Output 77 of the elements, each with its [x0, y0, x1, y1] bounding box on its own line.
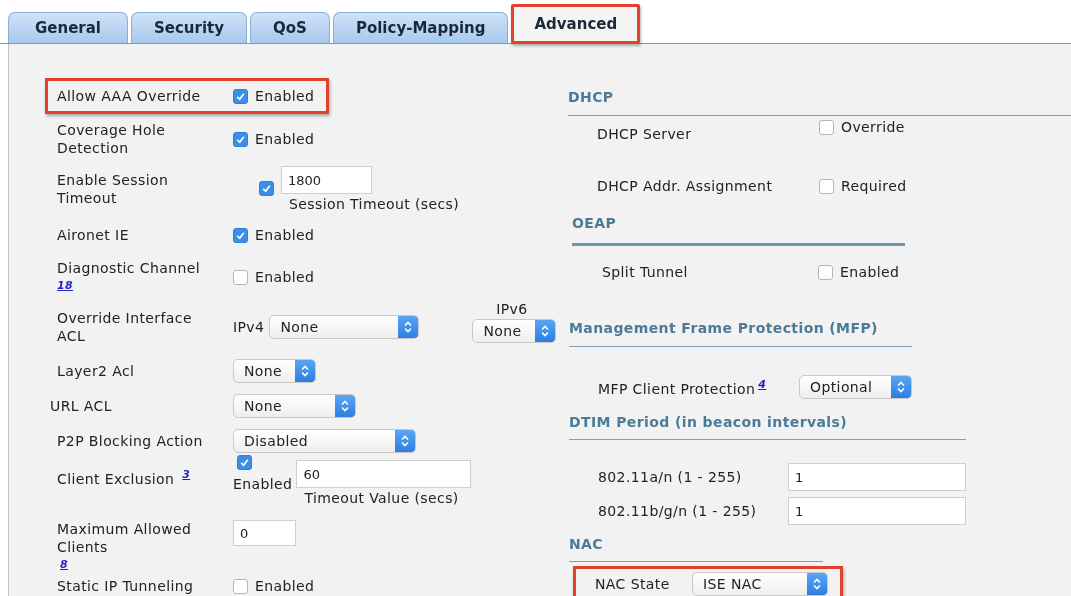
- dropdown[interactable]: Optional: [799, 375, 912, 399]
- updown-arrows-icon: [340, 399, 350, 413]
- field-label: URL ACL: [50, 397, 112, 415]
- text-field[interactable]: 60: [296, 460, 472, 488]
- option-label: Enabled: [255, 227, 315, 243]
- checkbox[interactable]: [819, 119, 834, 135]
- tab[interactable]: Security: [131, 12, 248, 43]
- field-label: Enable Session Timeout: [57, 171, 170, 207]
- field-label: Static IP Tunneling: [57, 577, 194, 595]
- dropdown[interactable]: None: [269, 315, 420, 339]
- field-label: Layer2 Acl: [57, 362, 135, 380]
- option-label: Enabled: [255, 131, 315, 147]
- footnote-link[interactable]: 8: [60, 558, 69, 571]
- field-label: IPv4: [233, 319, 265, 335]
- check-icon: [260, 182, 273, 195]
- section-heading: DTIM Period (in beacon intervals): [569, 412, 966, 440]
- dropdown[interactable]: None: [233, 394, 356, 418]
- check-icon: [238, 456, 251, 469]
- checkbox[interactable]: [233, 227, 248, 243]
- updown-arrows-icon: [403, 320, 414, 334]
- tab[interactable]: General: [8, 12, 128, 43]
- field-caption: Timeout Value (secs): [304, 490, 460, 506]
- field-label: Coverage Hole Detection: [57, 121, 167, 157]
- footnote-link[interactable]: 18: [57, 277, 225, 295]
- text-field[interactable]: 1: [788, 497, 966, 525]
- checkbox[interactable]: [233, 269, 248, 285]
- section-heading: DHCP: [568, 87, 1071, 116]
- dropdown[interactable]: None: [233, 359, 316, 383]
- checkbox[interactable]: [237, 455, 252, 470]
- dropdown[interactable]: Disabled: [233, 429, 416, 453]
- section-heading: Management Frame Protection (MFP): [569, 318, 912, 347]
- field-label: Split Tunnel: [602, 264, 688, 280]
- field-label: 802.11a/n (1 - 255): [598, 469, 742, 485]
- text-field[interactable]: 1: [788, 463, 966, 491]
- footnote-link[interactable]: 4: [758, 377, 767, 391]
- checkbox[interactable]: [233, 578, 248, 594]
- tab[interactable]: Policy-Mapping: [332, 12, 509, 43]
- text-field[interactable]: 1800: [281, 166, 372, 194]
- option-label: Required: [841, 178, 907, 194]
- field-label: Diagnostic Channel: [57, 259, 201, 277]
- field-label: NAC State: [595, 576, 670, 592]
- tab[interactable]: QoS: [250, 12, 330, 43]
- option-label: Enabled: [255, 88, 315, 104]
- updown-arrows-icon: [812, 577, 822, 591]
- field-label: P2P Blocking Action: [57, 432, 203, 450]
- option-label: Enabled: [840, 264, 900, 280]
- updown-arrows-icon: [400, 434, 410, 448]
- option-label: Override: [841, 119, 905, 135]
- updown-arrows-icon: [540, 324, 551, 338]
- option-label: Enabled: [255, 578, 315, 594]
- dropdown[interactable]: None: [472, 319, 557, 343]
- field-label: Aironet IE: [57, 226, 129, 244]
- tab[interactable]: Advanced: [511, 4, 641, 44]
- field-label: IPv6: [496, 301, 528, 317]
- checkbox[interactable]: [233, 88, 248, 104]
- field-label: Client Exclusion: [57, 469, 175, 488]
- updown-arrows-icon: [896, 380, 906, 394]
- field-label: 802.11b/g/n (1 - 255): [598, 503, 757, 519]
- updown-arrows-icon: [300, 364, 310, 378]
- section-heading: OEAP: [572, 213, 905, 246]
- checkbox[interactable]: [259, 181, 274, 196]
- field-label: DHCP Server: [597, 126, 692, 142]
- dropdown[interactable]: ISE NAC: [692, 572, 828, 596]
- field-label: Override Interface ACL: [57, 309, 193, 345]
- checkbox[interactable]: [818, 264, 833, 280]
- option-label: Enabled: [255, 269, 315, 285]
- field-label: MFP Client Protection: [598, 380, 756, 397]
- footnote-link[interactable]: 3: [182, 468, 191, 481]
- field-label: Allow AAA Override: [57, 87, 201, 105]
- field-caption: Session Timeout (secs): [289, 196, 460, 212]
- field-label: DHCP Addr. Assignment: [597, 178, 773, 194]
- checkbox[interactable]: [233, 131, 248, 147]
- checkbox[interactable]: [819, 178, 834, 194]
- text-field[interactable]: 0: [233, 520, 296, 546]
- option-label: Enabled: [233, 476, 293, 492]
- field-label: Maximum Allowed Clients: [57, 520, 193, 556]
- section-heading: NAC: [569, 534, 823, 562]
